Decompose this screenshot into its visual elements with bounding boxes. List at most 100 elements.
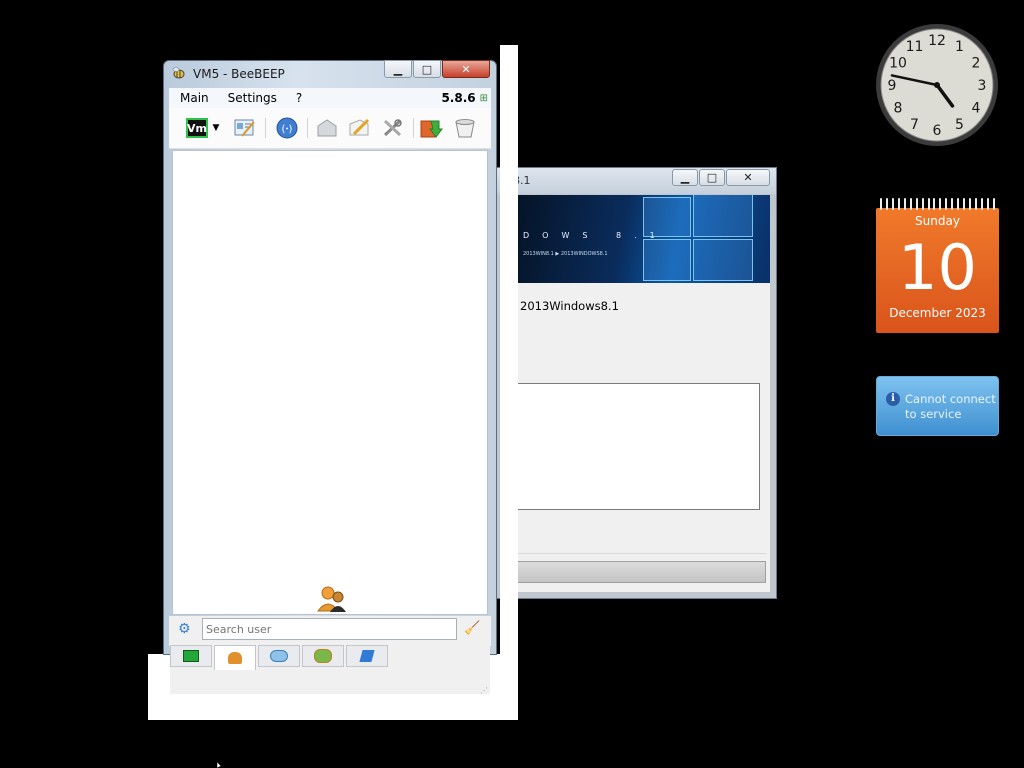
banner-text: DOWS 8.1	[523, 231, 668, 240]
toolbar-separator	[307, 118, 308, 138]
search-options-button[interactable]: ⚙	[178, 621, 191, 637]
search-row: ⚙ 🧹	[169, 616, 491, 646]
info-textbox[interactable]	[507, 383, 760, 510]
tab-files[interactable]	[346, 645, 388, 667]
calendar-day: 10	[898, 231, 977, 304]
tab-chats[interactable]	[258, 645, 300, 667]
tab-home[interactable]	[170, 645, 212, 667]
search-input[interactable]	[202, 618, 457, 640]
bottom-tab-bar: ⋰	[170, 644, 490, 695]
close-icon: ✕	[461, 62, 471, 76]
resize-grip-icon[interactable]: ⋰	[480, 686, 488, 695]
close-icon: ✕	[743, 171, 753, 184]
broom-icon: 🧹	[464, 621, 481, 636]
menu-settings[interactable]: Settings	[217, 91, 285, 105]
network-button[interactable]: (ꞏ)	[275, 116, 299, 140]
clock-numeral: 7	[910, 117, 919, 133]
home-tab-icon	[183, 650, 199, 662]
clock-numeral: 8	[894, 101, 903, 117]
clock-numeral: 9	[888, 78, 897, 94]
clock-numeral: 4	[972, 101, 981, 117]
chat-tab-icon	[270, 650, 288, 662]
progress-bar	[507, 561, 766, 583]
menu-bar: Main Settings ? 5.8.6 ⊞	[169, 88, 491, 108]
tab-users[interactable]	[214, 645, 256, 670]
menu-main[interactable]: Main	[169, 91, 217, 105]
toolbar-separator	[265, 118, 266, 138]
clock-numeral: 12	[928, 33, 946, 49]
calendar-gadget[interactable]: Sunday 10 December 2023	[876, 198, 999, 333]
rendering-artifact	[500, 45, 518, 720]
clock-numeral: 6	[933, 123, 942, 139]
notes-icon	[349, 118, 370, 136]
chevron-down-icon: ▼	[212, 123, 220, 133]
close-button[interactable]: ✕	[726, 169, 770, 186]
close-button[interactable]: ✕	[442, 60, 490, 78]
windows-banner: DOWS 8.1 2013WIN8.1 ▶ 2013WINDOWS8.1	[501, 195, 770, 283]
toolbar: Vm ▼ (ꞏ)	[169, 108, 491, 149]
gear-icon: ⚙	[178, 621, 191, 637]
bucket-icon	[455, 119, 475, 138]
maximize-button[interactable]: □	[699, 169, 725, 186]
calendar-rings	[880, 198, 995, 212]
bee-icon	[172, 67, 185, 79]
profile-edit-icon	[234, 119, 255, 137]
clock-numeral: 1	[955, 39, 964, 55]
message-button[interactable]	[315, 116, 339, 140]
version-label: 5.8.6	[441, 91, 476, 105]
banner-pane	[643, 239, 691, 281]
bucket-button[interactable]	[453, 116, 477, 140]
clock-numeral: 3	[978, 78, 987, 94]
menu-help[interactable]: ?	[285, 91, 310, 105]
users-tab-icon	[228, 652, 242, 664]
svg-text:(ꞏ): (ꞏ)	[282, 124, 293, 135]
calendar-month-year: December 2023	[889, 306, 986, 320]
banner-pane	[693, 195, 753, 237]
minimize-icon: ▁	[393, 62, 403, 76]
background-window-client: DOWS 8.1 2013WIN8.1 ▶ 2013WINDOWS8.1 201…	[501, 195, 770, 592]
maximize-icon: □	[706, 171, 718, 184]
status-vm-icon: Vm	[186, 118, 208, 138]
weather-message: Cannot connect to service	[905, 392, 996, 421]
user-list[interactable]	[172, 150, 488, 615]
weather-gadget[interactable]: i Cannot connect to service	[876, 376, 999, 436]
clock-numeral: 5	[955, 117, 964, 133]
divider	[501, 553, 766, 554]
minimize-icon: ▁	[680, 171, 690, 184]
status-dropdown-button[interactable]: ▼	[209, 116, 223, 140]
background-window[interactable]: 8.1 ▁ □ ✕ DOWS 8.1 2013WIN8.1 ▶ 2013WIND…	[494, 167, 777, 599]
tools-icon	[383, 119, 402, 137]
edition-label: 2013Windows8.1	[520, 299, 619, 313]
profile-button[interactable]	[233, 116, 257, 140]
message-icon	[317, 119, 337, 137]
tools-button[interactable]	[381, 116, 405, 140]
window-title: VM5 - BeeBEEP	[193, 67, 285, 81]
clock-numeral: 2	[972, 56, 981, 72]
network-icon: (ꞏ)	[276, 117, 298, 139]
tab-groups[interactable]	[302, 645, 344, 667]
maximize-button[interactable]: □	[413, 60, 441, 78]
banner-pane	[693, 239, 753, 281]
minimize-button[interactable]: ▁	[384, 60, 412, 78]
banner-subtext: 2013WIN8.1 ▶ 2013WINDOWS8.1	[523, 251, 608, 257]
groups-tab-icon	[314, 649, 332, 663]
background-window-titlebar[interactable]: 8.1 ▁ □ ✕	[495, 168, 776, 194]
download-button[interactable]	[419, 116, 443, 140]
clock-numeral: 11	[906, 39, 924, 55]
calendar-weekday: Sunday	[915, 214, 960, 228]
notes-button[interactable]	[347, 116, 371, 140]
windows-logo-icon: ⊞	[479, 92, 488, 104]
mouse-pointer-icon	[217, 762, 222, 768]
status-button[interactable]: Vm	[185, 116, 209, 140]
users-icon	[317, 586, 346, 612]
files-tab-icon	[359, 650, 375, 662]
beebeep-window[interactable]: VM5 - BeeBEEP ▁ □ ✕ Main Settings ? 5.8.…	[148, 60, 518, 720]
maximize-icon: □	[421, 62, 433, 76]
minimize-button[interactable]: ▁	[672, 169, 698, 186]
clock-gadget[interactable]: 12 12 3 45678 9 1011	[875, 23, 999, 147]
info-icon: i	[886, 392, 900, 406]
clock-numeral: 10	[889, 56, 907, 72]
clear-search-button[interactable]: 🧹	[464, 621, 480, 636]
toolbar-separator	[413, 118, 414, 138]
download-icon	[420, 120, 443, 138]
